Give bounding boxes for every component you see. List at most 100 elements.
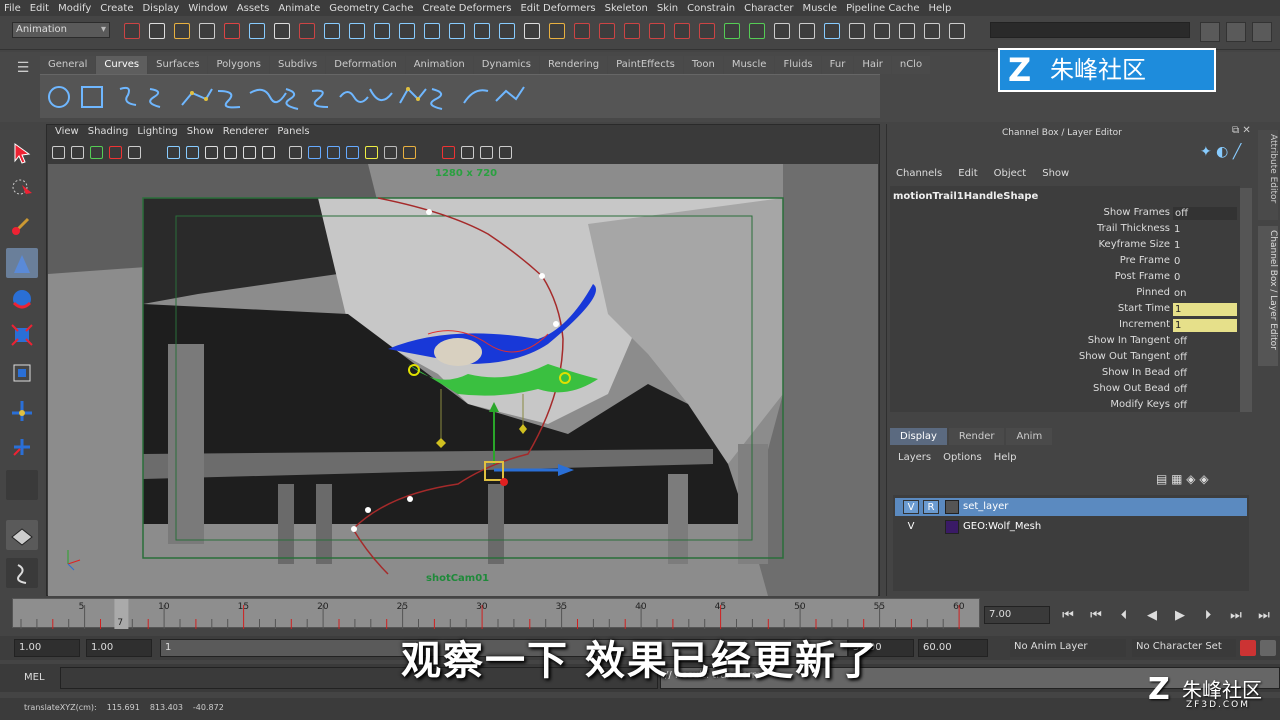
shelf-menu-icon[interactable]: ☰: [14, 60, 32, 78]
menu-animate[interactable]: Animate: [278, 3, 320, 14]
time-slider[interactable]: 5 10 15 20 25 30 35 40 45 50 55 60 7: [12, 598, 980, 629]
menu-geometry-cache[interactable]: Geometry Cache: [329, 3, 413, 14]
layout-single-icon[interactable]: [6, 520, 38, 550]
channel-attr-value[interactable]: off: [1172, 383, 1236, 396]
layer-color-swatch[interactable]: [945, 520, 959, 534]
status-icon[interactable]: [449, 23, 465, 39]
channel-attr-name[interactable]: Start Time: [1118, 303, 1170, 314]
panel-tool-icon[interactable]: [442, 146, 455, 159]
status-icon[interactable]: [899, 23, 915, 39]
channel-attr-value[interactable]: 1: [1172, 239, 1236, 252]
viewport[interactable]: 1280 x 720 shotCam01: [48, 164, 878, 596]
channel-menu-channels[interactable]: Channels: [896, 168, 942, 179]
shelf-tab[interactable]: nClo: [891, 56, 931, 74]
manipulator-icon[interactable]: [6, 358, 38, 388]
channel-attr-value[interactable]: off: [1172, 351, 1236, 364]
current-time-field[interactable]: 7.00: [984, 606, 1050, 624]
menu-edit-deformers[interactable]: Edit Deformers: [520, 3, 595, 14]
status-icon[interactable]: [674, 23, 690, 39]
channel-attr-value[interactable]: off: [1172, 367, 1236, 380]
menu-pipeline-cache[interactable]: Pipeline Cache: [846, 3, 919, 14]
channel-attr-value[interactable]: off: [1172, 399, 1236, 412]
layer-tab-display[interactable]: Display: [890, 428, 947, 445]
status-icon[interactable]: [224, 23, 240, 39]
layer-menu-help[interactable]: Help: [994, 452, 1017, 463]
status-icon[interactable]: [474, 23, 490, 39]
channel-menu-show[interactable]: Show: [1042, 168, 1069, 179]
shelf-tab[interactable]: Toon: [683, 56, 723, 74]
channel-attr-name[interactable]: Show Frames: [1103, 207, 1170, 218]
panel-tool-icon[interactable]: [167, 146, 180, 159]
channel-attr-value[interactable]: off: [1173, 207, 1237, 220]
shelf-tab[interactable]: Curves: [96, 56, 148, 74]
panel-tool-icon[interactable]: [365, 146, 378, 159]
panel-tool-icon[interactable]: [205, 146, 218, 159]
channel-attr-value[interactable]: 1: [1173, 303, 1237, 316]
status-icon[interactable]: [849, 23, 865, 39]
soft-mod-icon[interactable]: [6, 396, 38, 426]
shelf-tab[interactable]: Fur: [821, 56, 854, 74]
status-icon[interactable]: [824, 23, 840, 39]
panel-toggle-icon[interactable]: [1252, 22, 1272, 42]
channel-menu-object[interactable]: Object: [994, 168, 1027, 179]
menu-modify[interactable]: Modify: [58, 3, 91, 14]
shelf-tab[interactable]: Dynamics: [473, 56, 540, 74]
panel-tool-icon[interactable]: [243, 146, 256, 159]
shelf-tab[interactable]: Rendering: [540, 56, 608, 74]
panel-tool-icon[interactable]: [52, 146, 65, 159]
rotate-tool-icon[interactable]: [6, 284, 38, 314]
layer-color-swatch[interactable]: [945, 500, 959, 514]
side-tab-attribute-editor[interactable]: Attribute Editor: [1258, 130, 1278, 220]
status-icon[interactable]: [649, 23, 665, 39]
show-manip-icon[interactable]: [6, 432, 38, 462]
menu-skeleton[interactable]: Skeleton: [605, 3, 648, 14]
status-icon[interactable]: [574, 23, 590, 39]
status-icon[interactable]: [749, 23, 765, 39]
shelf-tab[interactable]: Deformation: [326, 56, 405, 74]
status-icon[interactable]: [249, 23, 265, 39]
channel-attr-name[interactable]: Show Out Tangent: [1079, 351, 1170, 362]
command-input[interactable]: [990, 22, 1190, 38]
status-icon[interactable]: [774, 23, 790, 39]
status-icon[interactable]: [499, 23, 515, 39]
panel-tool-icon[interactable]: [480, 146, 493, 159]
status-icon[interactable]: [174, 23, 190, 39]
menu-file[interactable]: File: [4, 3, 21, 14]
menu-edit[interactable]: Edit: [30, 3, 49, 14]
panel-tool-icon[interactable]: [224, 146, 237, 159]
status-icon[interactable]: [699, 23, 715, 39]
shelf-tab[interactable]: General: [40, 56, 96, 74]
shelf-tab[interactable]: Hair: [854, 56, 891, 74]
panel-menu-panels[interactable]: Panels: [277, 126, 309, 141]
layer-row[interactable]: V Rset_layer: [895, 498, 1247, 516]
layer-menu-options[interactable]: Options: [943, 452, 982, 463]
panel-toggle-icon[interactable]: [1200, 22, 1220, 42]
layer-tab-render[interactable]: Render: [948, 428, 1005, 445]
channel-attr-name[interactable]: Modify Keys: [1110, 399, 1170, 410]
select-tool-icon[interactable]: [6, 138, 38, 168]
lasso-tool-icon[interactable]: [6, 174, 38, 204]
playback-button-icon[interactable]: ⏵: [1198, 606, 1218, 626]
panel-tool-icon[interactable]: [71, 146, 84, 159]
layer-tab-anim[interactable]: Anim: [1006, 428, 1053, 445]
channel-attr-name[interactable]: Show In Tangent: [1088, 335, 1170, 346]
panel-tool-icon[interactable]: [90, 146, 103, 159]
panel-tool-icon[interactable]: [403, 146, 416, 159]
status-icon[interactable]: [199, 23, 215, 39]
channel-attr-value[interactable]: 0: [1172, 271, 1236, 284]
status-icon[interactable]: [924, 23, 940, 39]
playback-button-icon[interactable]: ◀: [1142, 606, 1162, 626]
playback-button-icon[interactable]: ⏭: [1254, 606, 1274, 626]
panel-menu-view[interactable]: View: [55, 126, 79, 141]
menu-muscle[interactable]: Muscle: [802, 3, 837, 14]
channel-attr-value[interactable]: 0: [1172, 255, 1236, 268]
menu-character[interactable]: Character: [744, 3, 793, 14]
panel-tool-icon[interactable]: [327, 146, 340, 159]
mode-selector[interactable]: Animation: [12, 22, 110, 38]
status-icon[interactable]: [949, 23, 965, 39]
channel-menu-edit[interactable]: Edit: [958, 168, 977, 179]
move-tool-icon[interactable]: [6, 248, 38, 278]
status-icon[interactable]: [799, 23, 815, 39]
channel-attr-name[interactable]: Show Out Bead: [1093, 383, 1170, 394]
status-icon[interactable]: [524, 23, 540, 39]
